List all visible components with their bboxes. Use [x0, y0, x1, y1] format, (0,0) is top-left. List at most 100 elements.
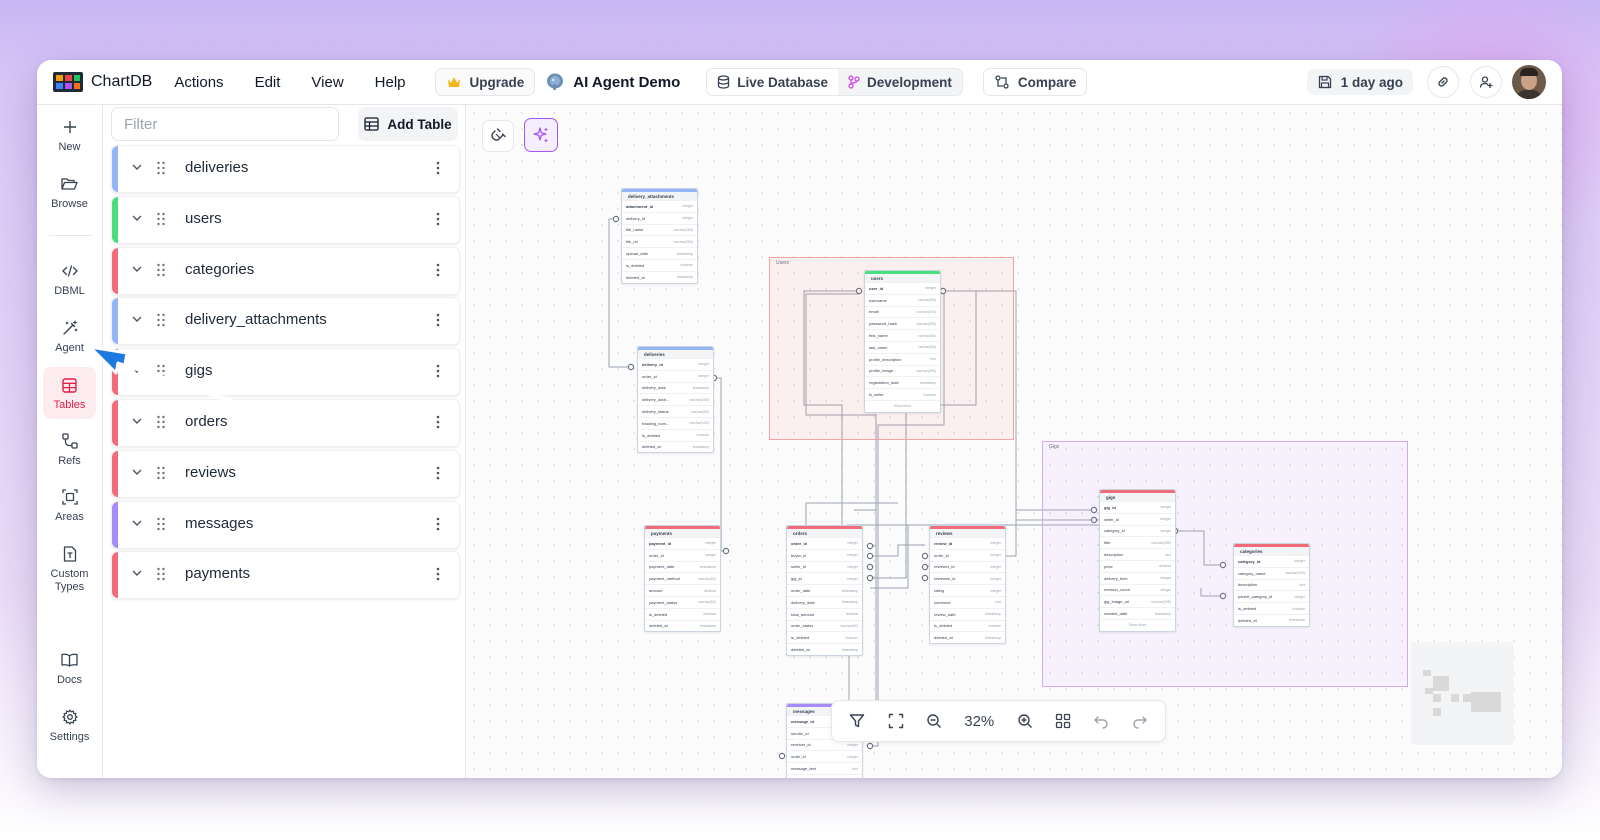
table-field[interactable]: price decimal: [1100, 559, 1175, 572]
table-field[interactable]: description text: [1234, 578, 1309, 591]
table-field[interactable]: rating integer: [930, 584, 1005, 596]
diagram-canvas[interactable]: Users Gigs delivery_attachments attachmen…: [466, 105, 1562, 778]
rail-settings[interactable]: Settings: [43, 707, 96, 743]
zoom-level[interactable]: 32%: [964, 713, 994, 730]
table-field[interactable]: delivery_addr... varchar(255): [638, 393, 713, 405]
filter-icon[interactable]: [849, 713, 865, 729]
save-status[interactable]: 1 day ago: [1306, 69, 1413, 95]
table-field[interactable]: payment_id integer: [645, 537, 720, 549]
upgrade-button[interactable]: Upgrade: [434, 68, 536, 96]
diagram-table[interactable]: delivery_attachments attachment_id integer…: [621, 188, 698, 284]
project-name[interactable]: AI Agent Demo: [545, 72, 680, 92]
table-field[interactable]: profile_image... varchar(255): [865, 364, 940, 377]
diagram-table[interactable]: reviews review_id integer order_id integer re…: [929, 525, 1006, 645]
undo-icon[interactable]: [1093, 713, 1109, 729]
fit-view-icon[interactable]: [888, 713, 904, 729]
drag-handle-icon[interactable]: [156, 211, 166, 232]
table-field[interactable]: last_name varchar(50): [865, 340, 940, 353]
chevron-down-icon[interactable]: [130, 262, 144, 281]
menu-edit[interactable]: Edit: [255, 74, 281, 91]
table-field[interactable]: delivery_date timestamp: [787, 595, 862, 608]
more-vertical-icon[interactable]: [435, 262, 441, 283]
table-field[interactable]: amount decimal: [645, 584, 720, 596]
table-field[interactable]: payment_method varchar(50): [645, 572, 720, 584]
table-field[interactable]: category_id integer: [1100, 524, 1175, 537]
table-field[interactable]: sent_datetimestamp: [787, 773, 862, 778]
table-field[interactable]: payment_status varchar(50): [645, 595, 720, 608]
table-field[interactable]: message_text text: [787, 762, 862, 774]
more-vertical-icon[interactable]: [435, 516, 441, 537]
table-field[interactable]: seller_id integer: [1100, 512, 1175, 525]
table-field[interactable]: category_id integer: [1234, 555, 1309, 567]
rail-docs[interactable]: Docs: [43, 650, 96, 686]
table-field[interactable]: is_deleted boolean: [1234, 602, 1309, 614]
table-field[interactable]: deleted_at timestamp: [622, 270, 697, 283]
table-field[interactable]: deleted_at timestamp: [638, 440, 713, 453]
rail-dbml[interactable]: DBML: [43, 261, 96, 297]
rail-new[interactable]: New: [43, 117, 96, 153]
drag-handle-icon[interactable]: [156, 566, 166, 587]
tab-live-database[interactable]: Live Database: [707, 69, 838, 95]
more-vertical-icon[interactable]: [435, 160, 441, 181]
drag-handle-icon[interactable]: [156, 516, 166, 537]
drag-handle-icon[interactable]: [156, 160, 166, 181]
minimap[interactable]: [1411, 642, 1514, 745]
invite-user-button[interactable]: [1470, 66, 1502, 98]
table-list-item[interactable]: deliveries: [111, 145, 460, 193]
table-field[interactable]: is_deleted boolean: [930, 619, 1005, 632]
more-vertical-icon[interactable]: [435, 414, 441, 435]
table-field[interactable]: order_date timestamp: [787, 584, 862, 596]
more-vertical-icon[interactable]: [435, 312, 441, 333]
table-field[interactable]: first_name varchar(50): [865, 329, 940, 341]
table-field[interactable]: order_id integer: [638, 369, 713, 382]
diagram-table[interactable]: categories category_id integer category_nam…: [1233, 543, 1310, 627]
table-list-item[interactable]: users: [111, 195, 460, 244]
table-field[interactable]: email varchar(100): [865, 305, 940, 318]
rail-areas[interactable]: Areas: [43, 487, 96, 523]
compare-button[interactable]: Compare: [982, 68, 1088, 96]
drag-handle-icon[interactable]: [156, 262, 166, 283]
chevron-down-icon[interactable]: [130, 566, 144, 585]
table-field[interactable]: tracking_num... varchar(100): [638, 416, 713, 429]
table-field[interactable]: is_deleted boolean: [622, 258, 697, 271]
share-link-button[interactable]: [1427, 66, 1459, 98]
table-field[interactable]: deleted_at timestamp: [787, 643, 862, 655]
more-vertical-icon[interactable]: [435, 465, 441, 486]
redo-icon[interactable]: [1132, 713, 1148, 729]
table-field[interactable]: order_id integer: [787, 537, 862, 549]
more-vertical-icon[interactable]: [435, 566, 441, 587]
table-field[interactable]: file_url varchar(255): [622, 235, 697, 247]
table-field[interactable]: attachment_id integer: [622, 200, 697, 212]
table-field[interactable]: user_id integer: [865, 282, 940, 294]
table-field[interactable]: payment_date timestamp: [645, 560, 720, 573]
diagram-table[interactable]: deliveries delivery_id integer order_id inte…: [637, 346, 714, 454]
table-field[interactable]: order_status varchar(50): [787, 619, 862, 632]
table-field[interactable]: deleted_at timestamp: [930, 631, 1005, 643]
table-field[interactable]: delivery_id integer: [622, 211, 697, 224]
area-gigs[interactable]: Gigs: [1042, 441, 1408, 687]
app-logo[interactable]: ChartDB: [53, 72, 152, 92]
table-list-item[interactable]: reviews: [111, 449, 460, 498]
diagram-table[interactable]: orders order_id integer buyer_id integer sell…: [786, 525, 863, 656]
table-field[interactable]: parent_category_id integer: [1234, 590, 1309, 602]
zoom-in-icon[interactable]: [1017, 713, 1033, 729]
table-field[interactable]: delivery_id integer: [638, 358, 713, 370]
table-field[interactable]: delivery_status varchar(50): [638, 405, 713, 417]
table-field[interactable]: deleted_at timestamp: [1234, 613, 1309, 626]
table-field[interactable]: gig_id integer: [1100, 501, 1175, 513]
more-vertical-icon[interactable]: [435, 363, 441, 384]
table-field[interactable]: comment text: [930, 595, 1005, 608]
chevron-down-icon[interactable]: [130, 211, 144, 230]
table-field[interactable]: description text: [1100, 548, 1175, 560]
diagram-table[interactable]: payments payment_id integer order_id integer…: [644, 525, 721, 633]
table-field[interactable]: deleted_at timestamp: [645, 619, 720, 632]
table-field[interactable]: delivery_time integer: [1100, 571, 1175, 584]
rail-browse[interactable]: Browse: [43, 174, 96, 210]
tab-development[interactable]: Development: [838, 69, 962, 95]
table-field[interactable]: is_deleted boolean: [787, 631, 862, 643]
filter-input[interactable]: [111, 107, 339, 141]
menu-actions[interactable]: Actions: [174, 74, 223, 91]
table-field[interactable]: seller_id integer: [787, 560, 862, 573]
table-field[interactable]: username varchar(50): [865, 293, 940, 306]
table-field[interactable]: profile_description text: [865, 352, 940, 365]
